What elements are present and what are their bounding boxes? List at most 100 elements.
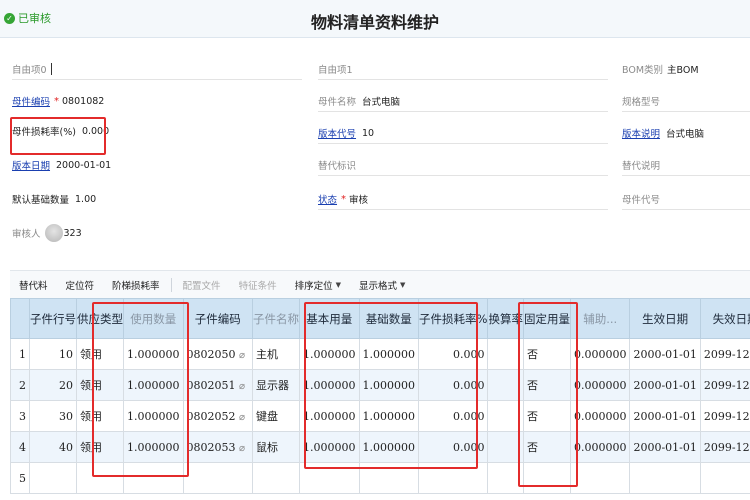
status-field[interactable]: 状态 * 审核: [318, 188, 608, 210]
cell-end-date[interactable]: 2099-12-31: [699, 400, 750, 432]
toolbar-tiered-loss[interactable]: 阶梯损耗率: [103, 278, 169, 292]
toolbar-config-file[interactable]: 配置文件: [174, 278, 230, 292]
paperclip-icon[interactable]: ⌀: [239, 412, 245, 423]
status-label[interactable]: 状态: [318, 192, 337, 206]
spec-field[interactable]: 规格型号: [622, 90, 750, 112]
table-row[interactable]: 3 30 领用 1.000000 0802052 ⌀ 键盘 1.000000 1…: [10, 400, 750, 432]
column-header-basis-qty[interactable]: 基础数量: [358, 298, 420, 339]
version-code-label[interactable]: 版本代号: [318, 126, 356, 140]
cell-line-no[interactable]: 30: [29, 400, 77, 432]
cell-fixed-qty[interactable]: 否: [522, 431, 571, 463]
cell-empty[interactable]: [418, 462, 489, 494]
cell-aux[interactable]: 0.000000: [569, 431, 631, 463]
cell-empty[interactable]: [123, 462, 184, 494]
bom-type-field[interactable]: BOM类别 主BOM: [622, 58, 750, 80]
cell-supply-type[interactable]: 领用: [76, 338, 124, 370]
parent-code-label[interactable]: 母件编码: [12, 94, 50, 108]
cell-basis-qty[interactable]: 1.000000: [358, 369, 420, 401]
cell-fixed-qty[interactable]: 否: [522, 400, 571, 432]
paperclip-icon[interactable]: ⌀: [239, 381, 245, 392]
table-row[interactable]: 1 10 领用 1.000000 0802050 ⌀ 主机 1.000000 1…: [10, 338, 750, 370]
cell-base-qty[interactable]: 1.000000: [299, 369, 360, 401]
version-date-field[interactable]: 版本日期 2000-01-01: [12, 154, 302, 176]
cell-empty[interactable]: [487, 462, 524, 494]
column-header-start-date[interactable]: 生效日期: [629, 298, 701, 339]
cell-child-loss[interactable]: 0.000: [418, 369, 489, 401]
cell-child-loss[interactable]: 0.000: [418, 431, 489, 463]
cell-child-code[interactable]: 0802053 ⌀: [182, 431, 254, 463]
cell-base-qty[interactable]: 1.000000: [299, 431, 360, 463]
column-header-line-no[interactable]: 子件行号: [29, 298, 77, 339]
replace-id-field[interactable]: 替代标识: [318, 154, 608, 176]
cell-empty[interactable]: [252, 462, 301, 494]
parent-name-field[interactable]: 母件名称 台式电脑: [318, 90, 608, 112]
toolbar-sort-locate[interactable]: 排序定位 ▼: [286, 278, 350, 292]
custom-field-0[interactable]: 自由项0: [12, 58, 302, 80]
cell-child-code[interactable]: 0802051 ⌀: [182, 369, 254, 401]
default-qty-field[interactable]: 默认基础数量 1.00: [12, 188, 302, 210]
parent-alias-field[interactable]: 母件代号: [622, 188, 750, 210]
cell-line-no[interactable]: 20: [29, 369, 77, 401]
cell-fixed-qty[interactable]: 否: [522, 369, 571, 401]
cell-child-name[interactable]: 鼠标: [252, 431, 301, 463]
version-desc-field[interactable]: 版本说明 台式电脑: [622, 122, 750, 144]
table-row[interactable]: 2 20 领用 1.000000 0802051 ⌀ 显示器 1.000000 …: [10, 369, 750, 401]
cell-aux[interactable]: 0.000000: [569, 400, 631, 432]
cell-end-date[interactable]: 2099-12-31: [699, 338, 750, 370]
table-row[interactable]: 4 40 领用 1.000000 0802053 ⌀ 鼠标 1.000000 1…: [10, 431, 750, 463]
paperclip-icon[interactable]: ⌀: [239, 443, 245, 454]
column-header-aux[interactable]: 辅助...: [569, 298, 631, 339]
toolbar-locator[interactable]: 定位符: [57, 278, 104, 292]
toolbar-display-format[interactable]: 显示格式 ▼: [350, 278, 414, 292]
column-header-child-loss[interactable]: 子件损耗率%: [418, 298, 489, 339]
cell-empty[interactable]: [699, 462, 750, 494]
cell-fixed-qty[interactable]: 否: [522, 338, 571, 370]
cell-line-no[interactable]: 40: [29, 431, 77, 463]
cell-basis-qty[interactable]: 1.000000: [358, 431, 420, 463]
cell-supply-type[interactable]: 领用: [76, 369, 124, 401]
cell-basis-qty[interactable]: 1.000000: [358, 400, 420, 432]
parent-loss-rate-field[interactable]: 母件损耗率(%) 0.000: [12, 120, 302, 142]
replace-desc-field[interactable]: 替代说明: [622, 154, 750, 176]
cell-child-name[interactable]: 键盘: [252, 400, 301, 432]
toolbar-substitute[interactable]: 替代料: [10, 278, 57, 292]
cell-conversion[interactable]: [487, 369, 524, 401]
table-row[interactable]: 5: [10, 462, 750, 494]
column-header-end-date[interactable]: 失效日期: [699, 298, 750, 339]
cell-supply-type[interactable]: 领用: [76, 431, 124, 463]
cell-supply-type[interactable]: 领用: [76, 400, 124, 432]
cell-empty[interactable]: [182, 462, 254, 494]
cell-empty[interactable]: [299, 462, 360, 494]
cell-start-date[interactable]: 2000-01-01: [629, 338, 701, 370]
cell-empty[interactable]: [522, 462, 571, 494]
cell-use-qty[interactable]: 1.000000: [123, 400, 184, 432]
cell-aux[interactable]: 0.000000: [569, 369, 631, 401]
cell-conversion[interactable]: [487, 400, 524, 432]
cell-use-qty[interactable]: 1.000000: [123, 338, 184, 370]
cell-end-date[interactable]: 2099-12-31: [699, 369, 750, 401]
cell-base-qty[interactable]: 1.000000: [299, 338, 360, 370]
cell-child-loss[interactable]: 0.000: [418, 338, 489, 370]
cell-conversion[interactable]: [487, 338, 524, 370]
cell-empty[interactable]: [569, 462, 631, 494]
cell-end-date[interactable]: 2099-12-31: [699, 431, 750, 463]
cell-use-qty[interactable]: 1.000000: [123, 369, 184, 401]
column-header-child-name[interactable]: 子件名称: [252, 298, 301, 339]
toolbar-feature-condition[interactable]: 特征条件: [230, 278, 286, 292]
cell-empty[interactable]: [358, 462, 420, 494]
version-date-label[interactable]: 版本日期: [12, 158, 50, 172]
column-header-supply-type[interactable]: 供应类型: [76, 298, 124, 339]
column-header-conversion[interactable]: 换算率: [487, 298, 524, 339]
cell-child-code[interactable]: 0802052 ⌀: [182, 400, 254, 432]
cell-basis-qty[interactable]: 1.000000: [358, 338, 420, 370]
parent-code-field[interactable]: 母件编码 * 0801082: [12, 90, 302, 112]
cell-child-name[interactable]: 显示器: [252, 369, 301, 401]
custom-field-1[interactable]: 自由项1: [318, 58, 608, 80]
column-header-use-qty[interactable]: 使用数量: [123, 298, 184, 339]
column-header-base-qty[interactable]: 基本用量: [299, 298, 360, 339]
cell-start-date[interactable]: 2000-01-01: [629, 369, 701, 401]
column-header-fixed-qty[interactable]: 固定用量: [522, 298, 571, 339]
version-code-field[interactable]: 版本代号 10: [318, 122, 608, 144]
cell-conversion[interactable]: [487, 431, 524, 463]
cell-child-loss[interactable]: 0.000: [418, 400, 489, 432]
